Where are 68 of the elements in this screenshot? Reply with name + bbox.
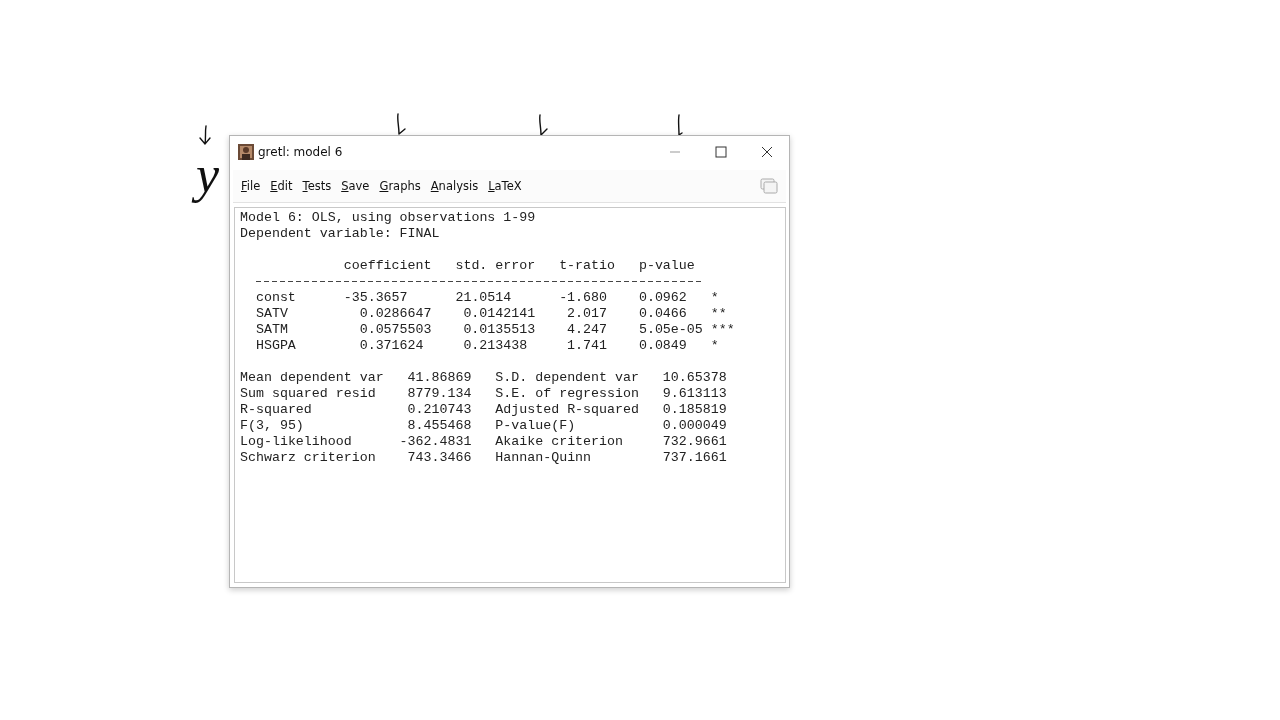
significance-stars: *: [710, 338, 720, 354]
column-header: coefficient: [343, 258, 433, 274]
menu-item[interactable]: Edit: [270, 179, 293, 193]
table-value: 4.247: [566, 322, 608, 338]
significance-stars: **: [710, 306, 728, 322]
table-value: 0.213438: [462, 338, 529, 354]
stat-label: Hannan-Quinn: [495, 450, 593, 466]
table-value: 0.0962: [638, 290, 688, 306]
menu-item[interactable]: File: [241, 179, 261, 193]
maximize-icon: [715, 146, 727, 158]
menu-item[interactable]: Analysis: [430, 179, 479, 193]
stat-value: 8.455468: [406, 418, 472, 434]
table-value: -1.680: [559, 290, 609, 306]
stat-label: R-squared: [240, 402, 313, 418]
table-value: 0.0135513: [462, 322, 537, 338]
stat-value: 0.210743: [406, 402, 472, 418]
column-header: p-value: [638, 258, 696, 274]
window-title: gretl: model 6: [258, 145, 343, 159]
stat-label: S.D. dependent var: [495, 370, 640, 386]
stat-value: 743.3466: [406, 450, 472, 466]
copy-icon: [760, 178, 778, 194]
hand-drawn-arrow: [197, 124, 213, 148]
significance-stars: *: [710, 290, 720, 306]
stat-label: Sum squared resid: [240, 386, 377, 402]
table-value: 21.0514: [455, 290, 513, 306]
table-value: 1.741: [566, 338, 608, 354]
table-value: 0.0466: [638, 306, 688, 322]
menu-item[interactable]: LaTeX: [488, 179, 522, 193]
stat-label: Log-likelihood: [240, 434, 353, 450]
menu-item[interactable]: Save: [341, 179, 370, 193]
stat-label: P-value(F): [495, 418, 577, 434]
table-value: 0.371624: [358, 338, 425, 354]
stat-label: F(3, 95): [240, 418, 305, 434]
stat-value: 0.000049: [661, 418, 727, 434]
stat-label: Schwarz criterion: [240, 450, 377, 466]
column-header: std. error: [455, 258, 537, 274]
table-value: 2.017: [566, 306, 608, 322]
variable-name: SATV: [254, 306, 289, 322]
column-header: t-ratio: [559, 258, 616, 274]
output-line: Dependent variable: FINAL: [240, 226, 441, 242]
app-icon: [238, 144, 254, 160]
table-value: 0.0286647: [358, 306, 433, 322]
menu-item[interactable]: Graphs: [379, 179, 421, 193]
stat-value: 8779.134: [406, 386, 472, 402]
output-line: Model 6: OLS, using observations 1-99: [240, 210, 537, 226]
stat-label: S.E. of regression: [495, 386, 640, 402]
stat-value: 737.1661: [661, 450, 727, 466]
significance-stars: ***: [710, 322, 736, 338]
menu-item[interactable]: Tests: [302, 179, 332, 193]
table-value: 0.0575503: [358, 322, 433, 338]
stat-value: 41.86869: [406, 370, 472, 386]
variable-name: const: [254, 290, 297, 306]
stat-label: Akaike criterion: [495, 434, 624, 450]
table-value: 0.0142141: [462, 306, 537, 322]
table-value: 0.0849: [638, 338, 688, 354]
table-value: -35.3657: [343, 290, 409, 306]
handwritten-letter: y: [190, 140, 228, 211]
stat-label: Adjusted R-squared: [495, 402, 640, 418]
stat-value: 10.65378: [661, 370, 727, 386]
table-value: 5.05e-05: [638, 322, 704, 338]
variable-name: SATM: [254, 322, 289, 338]
variable-name: HSGPA: [254, 338, 297, 354]
close-icon: [761, 146, 773, 158]
stat-value: -362.4831: [398, 434, 472, 450]
stat-value: 0.185819: [661, 402, 727, 418]
stat-value: 732.9661: [661, 434, 727, 450]
stat-value: 9.613113: [661, 386, 727, 402]
stat-label: Mean dependent var: [240, 370, 385, 386]
